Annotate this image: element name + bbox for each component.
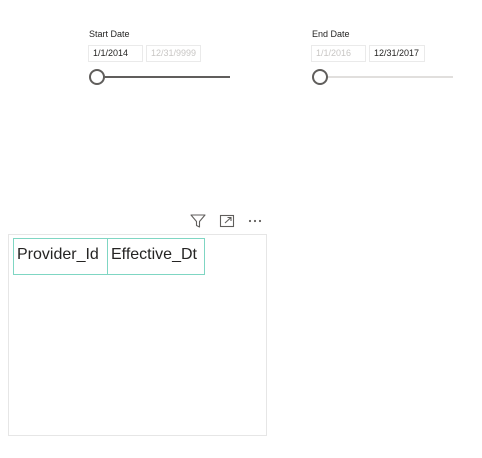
start-date-title: Start Date <box>89 29 130 39</box>
focus-mode-icon[interactable] <box>218 212 236 230</box>
table-visual[interactable]: Provider_Id Effective_Dt <box>8 234 267 436</box>
more-options-icon[interactable] <box>246 212 264 230</box>
end-date-slider-handle[interactable] <box>312 69 328 85</box>
column-header-provider-id[interactable]: Provider_Id <box>13 238 108 275</box>
start-date-slider-fill <box>96 76 230 78</box>
end-date-to-input[interactable]: 12/31/2017 <box>369 45 425 62</box>
filter-icon[interactable] <box>189 212 207 230</box>
start-date-slider-handle[interactable] <box>89 69 105 85</box>
start-date-slicer: Start Date 1/1/2014 12/31/9999 <box>88 28 234 92</box>
end-date-slider-track[interactable] <box>319 76 453 78</box>
column-header-effective-dt[interactable]: Effective_Dt <box>107 238 205 275</box>
start-date-slider-track[interactable] <box>96 76 230 78</box>
end-date-title: End Date <box>312 29 350 39</box>
end-date-from-input[interactable]: 1/1/2016 <box>311 45 366 62</box>
start-date-to-input[interactable]: 12/31/9999 <box>146 45 201 62</box>
start-date-from-input[interactable]: 1/1/2014 <box>88 45 143 62</box>
end-date-slicer: End Date 1/1/2016 12/31/2017 <box>311 28 457 92</box>
visual-header <box>188 212 268 230</box>
table-header: Provider_Id Effective_Dt <box>13 238 205 275</box>
